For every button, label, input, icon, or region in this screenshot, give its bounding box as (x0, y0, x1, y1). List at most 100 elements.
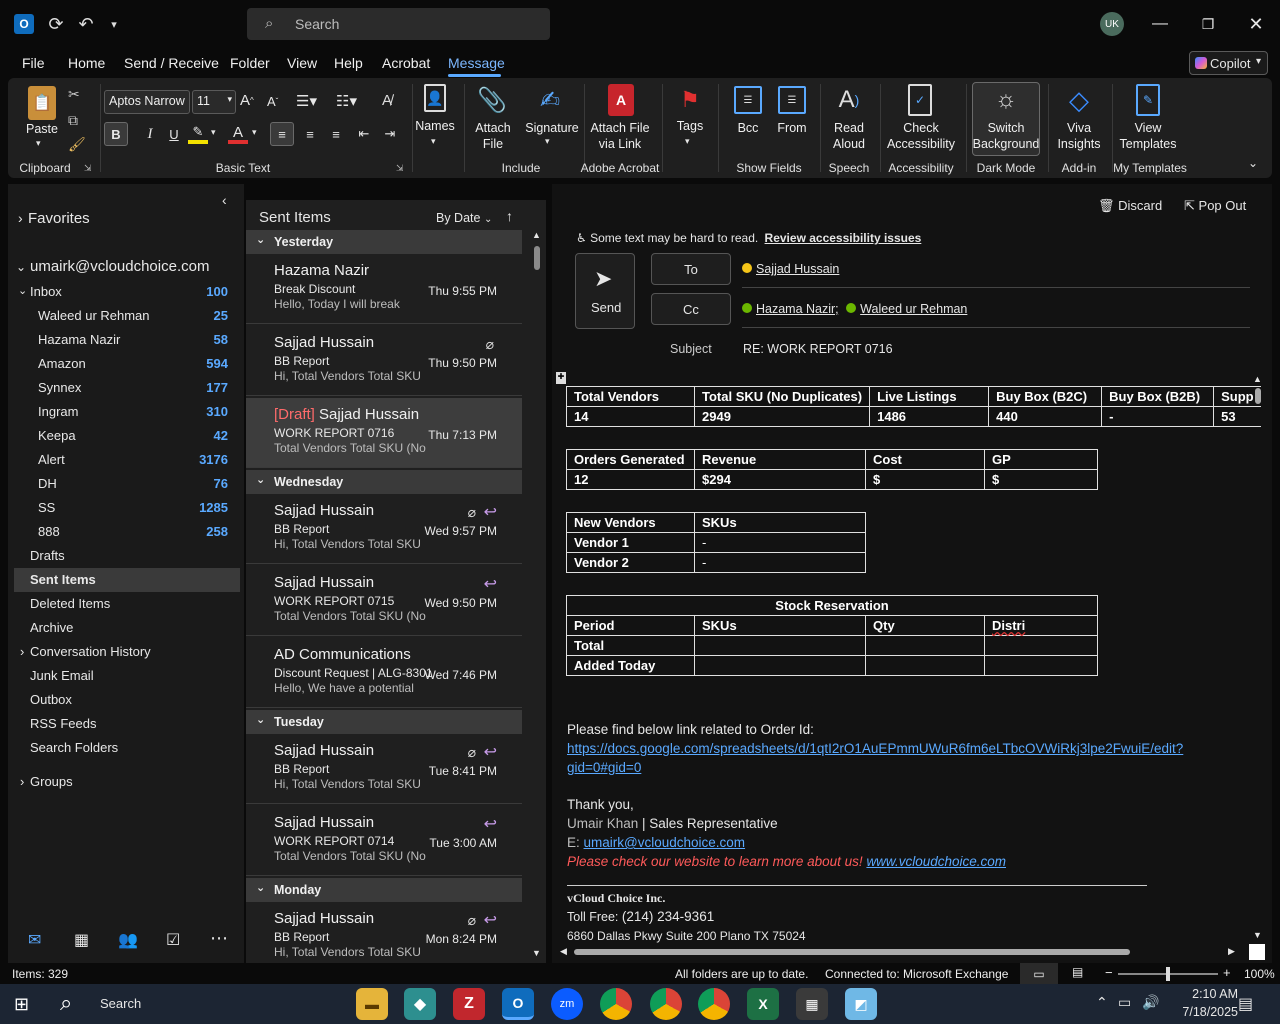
horizontal-scrollbar[interactable]: ◀ ▶ (560, 946, 1240, 958)
decrease-indent-icon[interactable]: ⇤ (352, 122, 376, 146)
attach-link-label[interactable]: Attach File via Link (586, 120, 654, 152)
shrink-font-icon[interactable]: Aˇ (267, 94, 278, 109)
bold-button[interactable]: B (104, 122, 128, 146)
table-cell[interactable]: 12 (566, 469, 695, 490)
from-label[interactable]: From (772, 120, 812, 136)
table-cell[interactable]: Vendor 2 (566, 552, 695, 573)
scroll-thumb[interactable] (1255, 388, 1261, 404)
send-button[interactable]: ➤ Send (575, 253, 635, 329)
collapse-pane-icon[interactable]: ‹ (222, 192, 227, 208)
table-cell[interactable]: Total (566, 635, 695, 656)
tray-chevron-icon[interactable]: ⌃ (1096, 994, 1108, 1011)
menu-message[interactable]: Message (448, 55, 505, 71)
cc-button[interactable]: Cc (651, 293, 731, 325)
customize-qat-icon[interactable]: ▾ (106, 14, 122, 34)
groups-header[interactable]: › Groups (8, 770, 240, 794)
table-cell[interactable]: 440 (988, 406, 1103, 427)
network-icon[interactable]: ▭ (1118, 994, 1131, 1011)
table-cell[interactable] (865, 655, 985, 676)
scroll-thumb[interactable] (574, 949, 1130, 955)
view-templates-label[interactable]: View Templates (1116, 120, 1180, 152)
chevron-down-icon[interactable]: ▾ (252, 127, 257, 138)
copy-icon[interactable]: ⧉ (68, 112, 78, 129)
clock-time[interactable]: 2:10 AM (1172, 987, 1238, 1001)
font-size-select[interactable]: 11 ▾ (192, 90, 236, 114)
tags-label[interactable]: Tags (670, 118, 710, 134)
cc-recipient[interactable]: Hazama Nazir; (756, 302, 839, 316)
table-handle-icon[interactable]: ✚ (556, 372, 566, 384)
flag-icon[interactable]: ⚑ (678, 84, 702, 116)
signature-icon[interactable]: ✍ (536, 84, 564, 116)
to-button[interactable]: To (651, 253, 731, 285)
vertical-scrollbar[interactable]: ▲ ▼ (1252, 374, 1264, 944)
sync-icon[interactable]: ⟳ (46, 14, 66, 34)
scroll-right-icon[interactable]: ▶ (1228, 946, 1235, 957)
tasks-icon[interactable]: ☑ (166, 930, 180, 950)
normal-view-icon[interactable]: ▭ (1020, 963, 1058, 985)
table-cell[interactable]: $ (865, 469, 985, 490)
website-link[interactable]: www.vcloudchoice.com (866, 854, 1006, 869)
zoom-level[interactable]: 100% (1244, 967, 1275, 981)
sidebar-item-folder[interactable]: Deleted Items (8, 592, 240, 616)
notifications-icon[interactable]: ▤ (1238, 994, 1253, 1014)
restore-button[interactable]: ❐ (1198, 12, 1218, 36)
sort-direction-icon[interactable]: ↑ (506, 208, 513, 224)
menu-folder[interactable]: Folder (230, 55, 270, 71)
sidebar-item-folder[interactable]: RSS Feeds (8, 712, 240, 736)
list-item[interactable]: Sajjad Hussain WORK REPORT 0715 Total Vend… (246, 566, 522, 636)
review-accessibility-link[interactable]: Review accessibility issues (765, 231, 922, 245)
sidebar-item-folder[interactable]: Hazama Nazir 58 (8, 328, 240, 352)
date-group-header[interactable]: ⌄ Yesterday (246, 230, 522, 254)
scroll-down-icon[interactable]: ▼ (1253, 930, 1262, 940)
attach-file-label[interactable]: Attach File (470, 120, 516, 152)
list-item[interactable]: AD Communications Discount Request | ALG-… (246, 638, 522, 708)
date-group-header[interactable]: ⌄ Monday (246, 878, 522, 902)
people-icon[interactable]: 👥 (118, 930, 138, 950)
account-header[interactable]: ⌄ umairk@vcloudchoice.com (8, 256, 240, 280)
viva-insights-label[interactable]: Viva Insights (1054, 120, 1104, 152)
bullets-icon[interactable]: ☰▾ (296, 92, 317, 110)
app-icon[interactable]: ◆ (404, 988, 436, 1020)
subject-input[interactable]: RE: WORK REPORT 0716 (743, 342, 893, 356)
address-book-icon[interactable]: 👤 (424, 84, 446, 112)
list-item[interactable]: [Draft] Sajjad Hussain WORK REPORT 0716 To… (246, 398, 522, 468)
avatar[interactable]: UK (1100, 12, 1124, 36)
excel-icon[interactable]: X (747, 988, 779, 1020)
list-item[interactable]: Sajjad Hussain WORK REPORT 0714 Total Vend… (246, 806, 522, 876)
list-item[interactable]: Sajjad Hussain BB Report Hi, Total Vendors… (246, 326, 522, 396)
format-painter-icon[interactable]: 🖌 (68, 136, 86, 153)
close-button[interactable]: ✕ (1246, 12, 1266, 36)
menu-acrobat[interactable]: Acrobat (382, 55, 430, 71)
date-group-header[interactable]: ⌄ Tuesday (246, 710, 522, 734)
sidebar-item-folder[interactable]: Drafts (8, 544, 240, 568)
list-item[interactable]: Sajjad Hussain BB Report Hi, Total Vendors… (246, 494, 522, 564)
sidebar-item-folder[interactable]: Amazon 594 (8, 352, 240, 376)
to-recipient[interactable]: Sajjad Hussain (756, 262, 839, 276)
list-item[interactable]: Sajjad Hussain BB Report Hi, Total Vendors… (246, 902, 522, 972)
list-item[interactable]: Sajjad Hussain BB Report Hi, Total Vendors… (246, 734, 522, 804)
sidebar-item-folder[interactable]: Outbox (8, 688, 240, 712)
windows-start-icon[interactable]: ⊞ (14, 994, 29, 1015)
sidebar-item-inbox[interactable]: ⌄ Inbox 100 (8, 280, 240, 304)
undo-icon[interactable]: ↶ (76, 14, 96, 34)
popout-button[interactable]: ⇱ Pop Out (1184, 198, 1246, 214)
check-accessibility-label[interactable]: Check Accessibility (884, 120, 958, 152)
zoom-out-icon[interactable]: − (1105, 965, 1113, 980)
sidebar-item-folder[interactable]: SS 1285 (8, 496, 240, 520)
sidebar-item-folder[interactable]: Waleed ur Rehman 25 (8, 304, 240, 328)
email-link[interactable]: umairk@vcloudchoice.com (584, 835, 746, 850)
italic-button[interactable]: I (138, 122, 162, 146)
calendar-icon[interactable]: ▦ (74, 930, 89, 950)
paste-label[interactable]: Paste (20, 121, 64, 137)
file-explorer-icon[interactable]: ▬ (356, 988, 388, 1020)
discard-button[interactable]: 🗑 Discard (1098, 198, 1162, 214)
outlook-icon[interactable]: O (502, 988, 534, 1020)
chrome-icon[interactable] (650, 988, 682, 1020)
table-cell[interactable]: 1486 (869, 406, 990, 427)
view-templates-icon[interactable]: ✎ (1136, 84, 1160, 116)
list-item[interactable]: Hazama Nazir Break Discount Hello, Today I… (246, 254, 522, 324)
zoom-in-icon[interactable]: + (1223, 965, 1231, 980)
scroll-left-icon[interactable]: ◀ (560, 946, 567, 957)
font-color-icon[interactable]: A (228, 124, 248, 144)
spreadsheet-link[interactable]: https://docs.google.com/spreadsheets/d/1… (567, 741, 1183, 756)
